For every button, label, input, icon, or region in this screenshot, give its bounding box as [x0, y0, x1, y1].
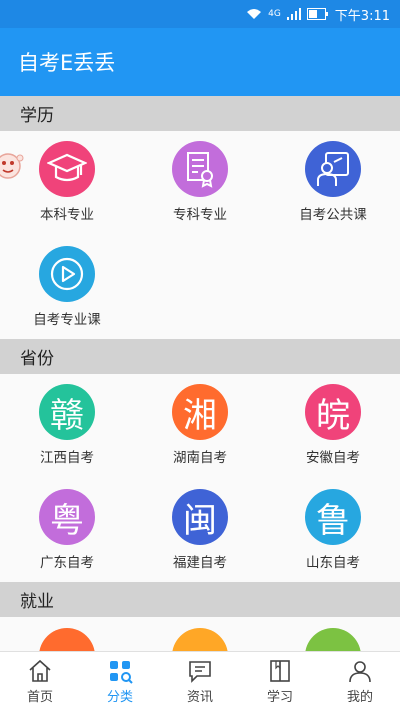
- province-glyph-icon: 闽: [172, 489, 228, 545]
- app-bar: 自考E丢丢: [0, 28, 400, 96]
- wifi-icon: [247, 9, 262, 19]
- province-item-jiangxi[interactable]: 赣 江西自考: [0, 384, 134, 480]
- floating-mascot-icon[interactable]: [0, 150, 26, 184]
- category-item-public-course[interactable]: 自考公共课: [266, 141, 400, 237]
- nav-label: 学习: [266, 690, 293, 705]
- certificate-icon: [172, 141, 228, 197]
- category-icon: [110, 661, 133, 684]
- section-title: 就业: [20, 592, 54, 612]
- home-icon: [29, 659, 51, 682]
- item-label: 江西自考: [40, 450, 94, 466]
- nav-label: 首页: [26, 690, 53, 705]
- item-label: 安徽自考: [306, 450, 360, 466]
- nav-label: 我的: [346, 690, 373, 705]
- employment-icon: [305, 628, 361, 651]
- province-item-guangdong[interactable]: 粤 广东自考: [0, 489, 134, 585]
- item-label: 自考公共课: [299, 207, 367, 223]
- signal-icon: [286, 8, 301, 20]
- book-icon: [270, 660, 290, 682]
- graduation-cap-icon: [39, 141, 95, 197]
- battery-icon: [306, 8, 328, 20]
- nav-home[interactable]: 首页: [0, 652, 80, 711]
- nav-label: 资讯: [186, 690, 213, 705]
- province-item-anhui[interactable]: 皖 安徽自考: [266, 384, 400, 480]
- category-content[interactable]: 学历 本科专业 专科专业 自考公共课 自考专业课 省份 赣 江西自考 湘 湖南自…: [0, 96, 400, 651]
- clock: 下午3:11: [334, 8, 390, 24]
- province-item-fujian[interactable]: 闽 福建自考: [133, 489, 267, 585]
- section-title: 省份: [20, 349, 54, 369]
- nav-category[interactable]: 分类: [80, 652, 160, 711]
- item-label: 广东自考: [40, 555, 94, 571]
- employment-item[interactable]: [133, 628, 267, 651]
- section-header-education: 学历: [0, 96, 400, 131]
- employment-icon: [172, 628, 228, 651]
- profile-icon: [349, 661, 371, 683]
- nav-profile[interactable]: 我的: [320, 652, 400, 711]
- province-item-shandong[interactable]: 鲁 山东自考: [266, 489, 400, 585]
- province-glyph-icon: 粤: [39, 489, 95, 545]
- message-icon: [189, 661, 211, 683]
- section-title: 学历: [20, 106, 54, 126]
- item-label: 湖南自考: [173, 450, 227, 466]
- section-header-employment: 就业: [0, 582, 400, 617]
- section-header-province: 省份: [0, 339, 400, 374]
- status-bar: 4G 下午3:11: [0, 0, 400, 28]
- item-label: 专科专业: [173, 207, 227, 223]
- province-item-hunan[interactable]: 湘 湖南自考: [133, 384, 267, 480]
- nav-news[interactable]: 资讯: [160, 652, 240, 711]
- blackboard-teacher-icon: [305, 141, 361, 197]
- province-glyph-icon: 鲁: [305, 489, 361, 545]
- nav-study[interactable]: 学习: [240, 652, 320, 711]
- employment-item[interactable]: [0, 628, 134, 651]
- province-glyph-icon: 赣: [39, 384, 95, 440]
- employment-icon: [39, 628, 95, 651]
- nav-label: 分类: [106, 690, 133, 705]
- app-title: 自考E丢丢: [18, 51, 116, 75]
- item-label: 福建自考: [173, 555, 227, 571]
- item-label: 本科专业: [40, 207, 94, 223]
- item-label: 自考专业课: [33, 312, 101, 328]
- play-icon: [39, 246, 95, 302]
- employment-item[interactable]: [266, 628, 400, 651]
- network-type: 4G: [268, 9, 281, 19]
- category-item-junior-college[interactable]: 专科专业: [133, 141, 267, 237]
- province-glyph-icon: 皖: [305, 384, 361, 440]
- province-glyph-icon: 湘: [172, 384, 228, 440]
- category-item-major-course[interactable]: 自考专业课: [0, 246, 134, 342]
- bottom-nav: 首页 分类 资讯 学习 我的: [0, 651, 400, 711]
- item-label: 山东自考: [306, 555, 360, 571]
